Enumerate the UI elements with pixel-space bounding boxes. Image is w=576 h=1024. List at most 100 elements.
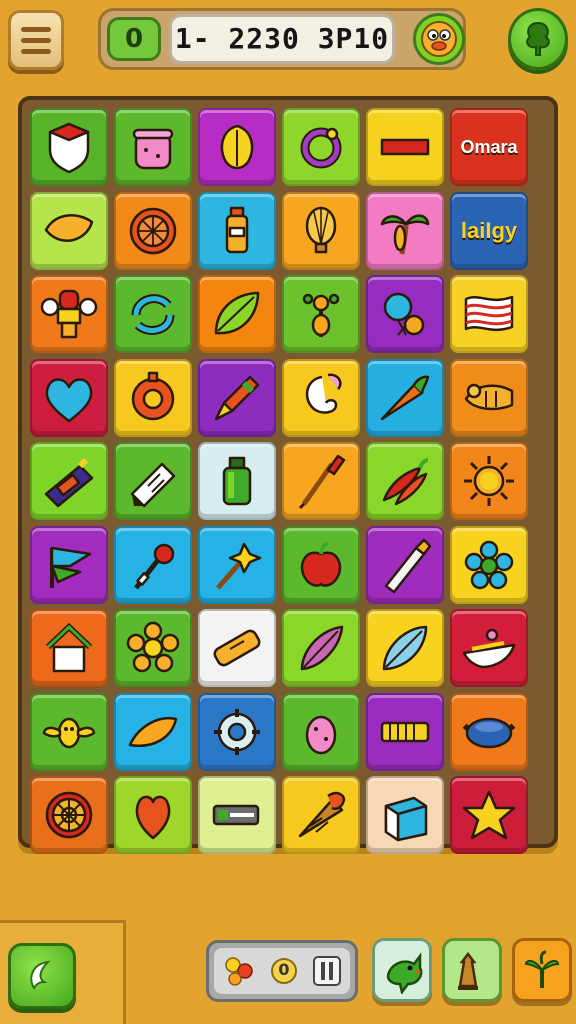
board-tile[interactable] xyxy=(366,108,444,186)
hamburger-icon-line xyxy=(21,37,51,43)
board-tile[interactable] xyxy=(366,191,444,270)
board-tile[interactable] xyxy=(198,275,276,353)
star-icon xyxy=(462,790,516,840)
plant-powerup-button[interactable] xyxy=(512,938,572,1002)
board-tile[interactable]: laiIgy xyxy=(450,191,528,270)
tree-button[interactable] xyxy=(508,8,568,70)
board-tile[interactable] xyxy=(282,692,360,771)
ring-icon xyxy=(300,127,342,169)
board-tile[interactable] xyxy=(366,442,444,520)
board-tile[interactable] xyxy=(282,191,360,270)
bird-powerup-button[interactable] xyxy=(372,938,432,1002)
board-tile[interactable] xyxy=(450,442,528,520)
tree-icon xyxy=(526,21,550,56)
board-tile[interactable] xyxy=(366,525,444,604)
leaf3-icon xyxy=(382,625,428,671)
cycle-icon xyxy=(131,294,175,335)
board-tile[interactable] xyxy=(282,609,360,687)
sprout-icon xyxy=(302,293,340,337)
board-tile[interactable] xyxy=(114,692,192,771)
board-tile[interactable] xyxy=(198,609,276,687)
palm-icon xyxy=(380,213,430,254)
lemon-icon xyxy=(220,124,254,170)
player-avatar[interactable] xyxy=(413,13,465,65)
board-tile[interactable] xyxy=(450,525,528,604)
board-tile[interactable] xyxy=(282,776,360,854)
bar-icon xyxy=(380,138,430,156)
pennant-icon xyxy=(50,546,92,588)
heart2-icon xyxy=(135,795,171,840)
cone-icon xyxy=(298,791,346,838)
balloon-icon xyxy=(305,206,337,253)
board-tile[interactable] xyxy=(198,525,276,604)
sun-icon xyxy=(464,456,514,506)
board-tile[interactable] xyxy=(450,692,528,771)
leaf-button[interactable] xyxy=(8,943,76,1009)
board-tile[interactable] xyxy=(366,358,444,437)
board-tile[interactable] xyxy=(30,108,108,186)
board-tile[interactable] xyxy=(450,776,528,854)
swirl-icon xyxy=(305,373,342,414)
board-tile[interactable] xyxy=(282,442,360,520)
board-tile[interactable] xyxy=(198,108,276,186)
board-tile[interactable] xyxy=(114,275,192,353)
tower-powerup-button[interactable] xyxy=(442,938,502,1002)
plant-icon xyxy=(524,950,560,988)
board-tile[interactable] xyxy=(366,275,444,353)
feather-icon xyxy=(300,625,344,671)
board-tile[interactable] xyxy=(198,776,276,854)
board-tile[interactable] xyxy=(114,358,192,437)
board-tile[interactable] xyxy=(30,442,108,520)
wheel-icon xyxy=(45,791,93,839)
board-tile[interactable] xyxy=(114,609,192,687)
dish-icon xyxy=(462,717,516,748)
gear-icon xyxy=(214,708,260,755)
board-tile[interactable] xyxy=(198,358,276,437)
board-tile[interactable] xyxy=(198,442,276,520)
bird-icon xyxy=(386,952,423,994)
brush-icon xyxy=(298,454,346,510)
board-tile[interactable] xyxy=(114,442,192,520)
inventory-slots: 0 xyxy=(214,948,350,994)
box-icon xyxy=(384,796,428,842)
board-tile[interactable] xyxy=(114,108,192,186)
mango-icon xyxy=(128,716,178,747)
bottle-icon xyxy=(225,206,249,253)
board-tile[interactable] xyxy=(30,692,108,771)
board-tile[interactable] xyxy=(450,275,528,353)
board-tile[interactable] xyxy=(30,609,108,687)
inventory-panel[interactable]: 0 xyxy=(206,940,358,1002)
board-tile[interactable] xyxy=(30,358,108,437)
board-tile[interactable] xyxy=(198,191,276,270)
board-tile[interactable] xyxy=(30,776,108,854)
tile-word-label: laiIgy xyxy=(460,217,518,243)
bottle2-icon xyxy=(222,456,252,506)
robot-icon xyxy=(40,289,98,339)
bandage-icon xyxy=(213,629,261,667)
board-tile[interactable] xyxy=(450,358,528,437)
board-tile[interactable] xyxy=(282,358,360,437)
heart-icon xyxy=(45,377,93,422)
tower-icon xyxy=(458,951,478,990)
board-tile[interactable] xyxy=(198,692,276,771)
board-tile[interactable]: Omara xyxy=(450,108,528,186)
board-tile[interactable] xyxy=(450,609,528,687)
shield-icon xyxy=(48,122,90,174)
donut-icon xyxy=(131,371,175,420)
board-tile[interactable] xyxy=(114,776,192,854)
board-tile[interactable] xyxy=(366,609,444,687)
board-tile[interactable] xyxy=(114,525,192,604)
board-tile[interactable] xyxy=(282,275,360,353)
board-tile[interactable] xyxy=(282,525,360,604)
hamburger-icon xyxy=(21,26,51,32)
board-tile[interactable] xyxy=(282,108,360,186)
board-tile[interactable] xyxy=(30,525,108,604)
board-tile[interactable] xyxy=(114,191,192,270)
board-tile[interactable] xyxy=(30,275,108,353)
board-tile[interactable] xyxy=(366,776,444,854)
wings-icon xyxy=(42,717,96,748)
board-tile[interactable] xyxy=(30,191,108,270)
leaf2-icon xyxy=(214,291,260,335)
board-tile[interactable] xyxy=(366,692,444,771)
menu-button[interactable] xyxy=(8,10,64,70)
